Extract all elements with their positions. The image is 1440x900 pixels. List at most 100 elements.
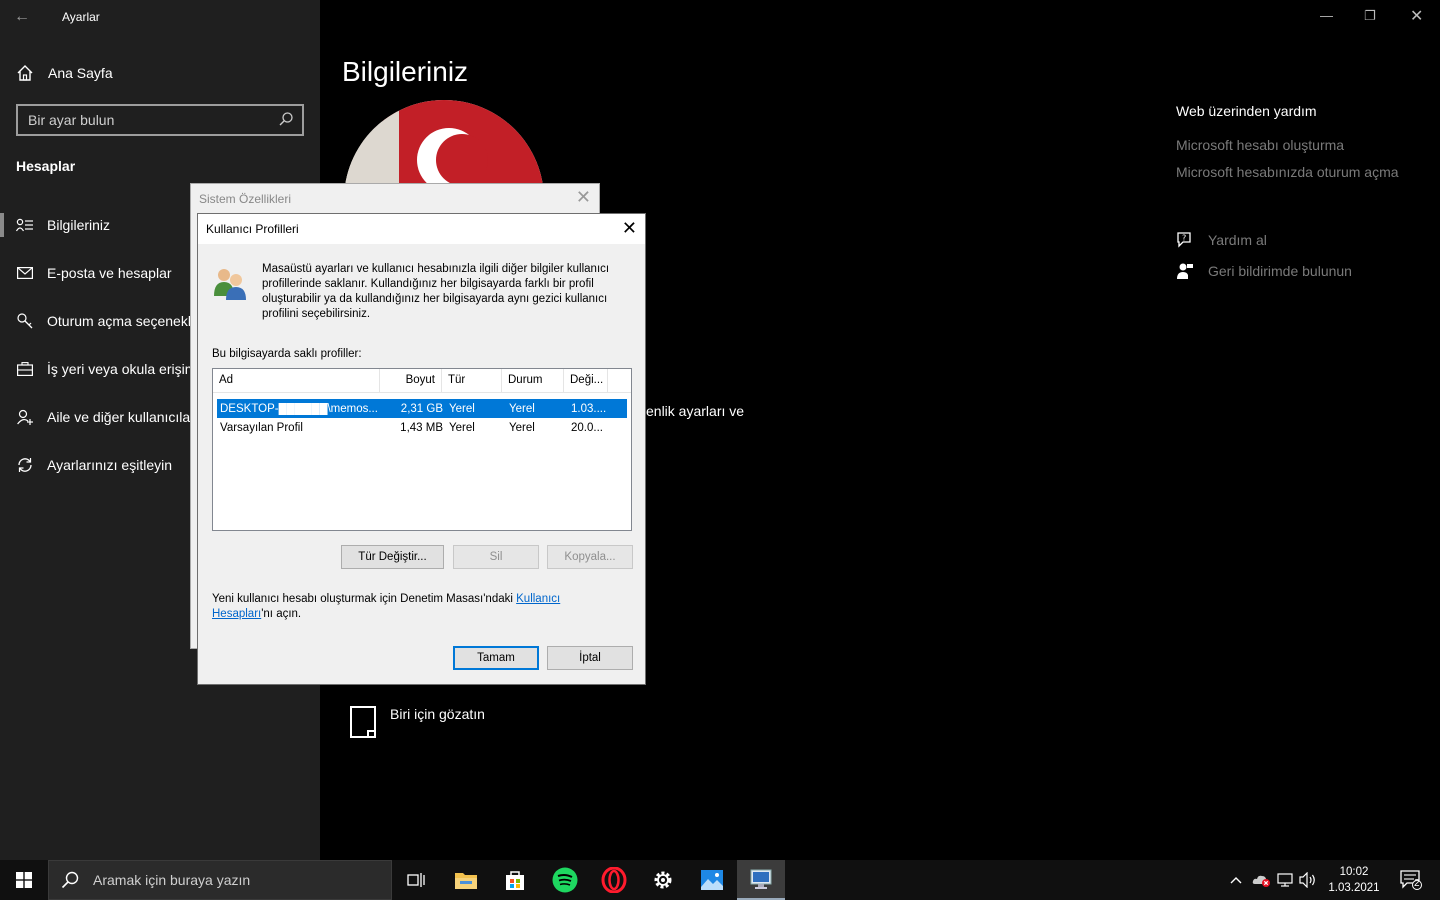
note-text-post: 'nı açın.: [261, 608, 302, 620]
file-explorer-button[interactable]: [442, 860, 490, 900]
cell-name: DESKTOP-██████\memos...: [220, 402, 378, 415]
users-icon: [214, 269, 246, 300]
cell-name: Varsayılan Profil: [220, 421, 303, 434]
sidebar-item-label: Bilgileriniz: [47, 217, 111, 233]
cloud-error-icon: [1252, 875, 1270, 887]
briefcase-icon: [16, 362, 33, 376]
volume-tray-button[interactable]: [1298, 860, 1318, 900]
add-person-icon: [16, 409, 33, 425]
feedback-icon: [1177, 263, 1193, 279]
sidebar-item-label: E-posta ve hesaplar: [47, 265, 172, 281]
create-account-link[interactable]: Microsoft hesabı oluşturma: [1176, 137, 1399, 153]
sidebar-item-label: Aile ve diğer kullanıcılar: [47, 409, 195, 425]
table-row[interactable]: DESKTOP-██████\memos... 2,31 GB Yerel Ye…: [217, 399, 627, 418]
sidebar-item-label: Oturum açma seçenekleri: [47, 313, 207, 329]
notification-center-button[interactable]: 2: [1394, 860, 1428, 900]
taskbar-search[interactable]: Aramak için buraya yazın: [48, 860, 392, 900]
change-type-button[interactable]: Tür Değiştir...: [341, 545, 444, 569]
profiles-list[interactable]: Ad Boyut Tür Durum Deği... DESKTOP-█████…: [212, 368, 632, 531]
taskbar-clock[interactable]: 10:02 1.03.2021: [1322, 864, 1386, 896]
cell-type: Yerel: [449, 402, 475, 415]
svg-text:?: ?: [1182, 234, 1186, 243]
cell-status: Yerel: [509, 421, 535, 434]
back-arrow-icon[interactable]: ←: [14, 8, 30, 26]
search-icon: [61, 871, 79, 889]
network-tray-button[interactable]: [1274, 860, 1298, 900]
taskbar: Aramak için buraya yazın 10:02 1.03.2021…: [0, 860, 1440, 900]
clock-date: 1.03.2021: [1328, 882, 1380, 894]
ok-button[interactable]: Tamam: [453, 646, 539, 670]
feedback-link[interactable]: Geri bildirimde bulunun: [1176, 262, 1352, 280]
photos-button[interactable]: [688, 860, 736, 900]
signin-account-link[interactable]: Microsoft hesabınızda oturum açma: [1176, 164, 1399, 180]
create-account-note: Yeni kullanıcı hesabı oluşturmak için De…: [212, 592, 592, 622]
sync-icon: [17, 458, 32, 472]
show-hidden-icons-button[interactable]: [1226, 860, 1246, 900]
key-icon: [16, 313, 32, 329]
cell-status: Yerel: [509, 402, 535, 415]
cell-type: Yerel: [449, 421, 475, 434]
get-help-link[interactable]: ? Yardım al: [1176, 231, 1267, 249]
feedback-label: Geri bildirimde bulunun: [1208, 263, 1352, 279]
opera-icon: [601, 867, 627, 893]
home-icon: [17, 65, 33, 81]
dialog-titlebar: Kullanıcı Profilleri ✕: [198, 214, 645, 244]
settings-search[interactable]: [16, 104, 304, 136]
windows-logo-icon: [16, 872, 32, 888]
taskbar-search-placeholder: Aramak için buraya yazın: [93, 872, 251, 888]
copy-button[interactable]: Kopyala...: [547, 545, 633, 569]
mail-icon: [16, 267, 33, 279]
network-icon: [1277, 873, 1293, 887]
folder-icon: [455, 873, 477, 889]
cell-modified: 20.0...: [571, 421, 603, 434]
privacy-partial-text: enlik ayarları ve: [646, 403, 745, 419]
photos-icon: [701, 870, 723, 890]
profile-info-text: Masaüstü ayarları ve kullanıcı hesabınız…: [262, 263, 610, 320]
home-nav-item[interactable]: Ana Sayfa: [16, 64, 113, 82]
person-list-icon: [15, 218, 33, 232]
app-title: Ayarlar: [62, 10, 100, 24]
file-icon: [350, 706, 376, 738]
task-view-icon: [407, 873, 425, 887]
settings-search-input[interactable]: [18, 106, 302, 134]
onedrive-tray-button[interactable]: [1250, 860, 1274, 900]
spotify-button[interactable]: [541, 860, 589, 900]
speaker-icon: [1299, 872, 1315, 888]
help-chat-icon: ?: [1177, 232, 1191, 248]
computer-icon: [750, 869, 772, 889]
column-header-status[interactable]: Durum: [502, 369, 564, 392]
section-title: Hesaplar: [16, 158, 76, 174]
gear-icon: [654, 871, 672, 889]
column-header-size[interactable]: Boyut: [380, 369, 442, 392]
profiles-list-label: Bu bilgisayarda saklı profiller:: [212, 348, 362, 360]
task-view-button[interactable]: [392, 860, 440, 900]
system-properties-taskbar-button[interactable]: [737, 860, 785, 900]
store-button[interactable]: [491, 860, 539, 900]
column-header-type[interactable]: Tür: [442, 369, 502, 392]
close-icon[interactable]: ✕: [576, 187, 591, 208]
list-header: Ad Boyut Tür Durum Deği...: [213, 369, 631, 393]
dialog-title: Kullanıcı Profilleri: [206, 222, 299, 236]
sidebar-item-label: İş yeri veya okula erişim: [47, 361, 197, 377]
close-icon[interactable]: ✕: [622, 218, 637, 239]
delete-button[interactable]: Sil: [453, 545, 539, 569]
notification-count: 2: [1414, 878, 1420, 889]
related-help-pane: Web üzerinden yardım Microsoft hesabı ol…: [1176, 103, 1399, 191]
restore-icon[interactable]: ❐: [1364, 8, 1376, 24]
browse-option[interactable]: Biri için gözatın: [350, 706, 485, 738]
minimize-icon[interactable]: —: [1320, 8, 1333, 23]
settings-app-button[interactable]: [639, 860, 687, 900]
page-title: Bilgileriniz: [342, 56, 469, 87]
chevron-up-icon: [1230, 877, 1242, 884]
opera-button[interactable]: [590, 860, 638, 900]
column-header-modified[interactable]: Deği...: [564, 369, 608, 392]
cell-modified: 1.03....: [571, 402, 607, 415]
column-header-name[interactable]: Ad: [213, 369, 380, 392]
sidebar-item-label: Ayarlarınızı eşitleyin: [47, 457, 173, 473]
start-button[interactable]: [0, 860, 48, 900]
system-properties-title: Sistem Özellikleri: [199, 192, 292, 206]
spotify-icon: [552, 867, 578, 893]
cancel-button[interactable]: İptal: [547, 646, 633, 670]
table-row[interactable]: Varsayılan Profil 1,43 MB Yerel Yerel 20…: [217, 418, 627, 437]
close-window-icon[interactable]: ✕: [1410, 6, 1423, 26]
